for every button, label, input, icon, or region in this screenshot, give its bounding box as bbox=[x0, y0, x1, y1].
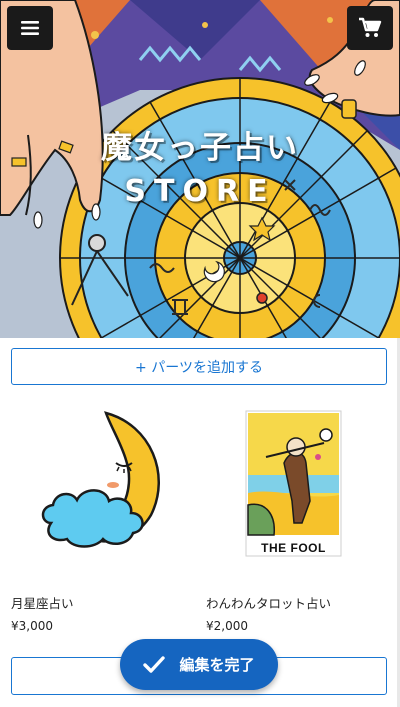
check-icon bbox=[143, 655, 166, 674]
store-title-jp: 魔女っ子占い bbox=[101, 130, 299, 166]
product-price: ¥2,000 bbox=[206, 619, 248, 633]
product-image[interactable]: THE FOOL bbox=[206, 405, 386, 565]
product-card[interactable]: 月星座占い ¥3,000 bbox=[11, 405, 191, 633]
cart-button[interactable] bbox=[347, 6, 393, 50]
finish-editing-label: 編集を完了 bbox=[179, 656, 255, 674]
hamburger-menu-icon bbox=[21, 21, 39, 35]
product-price: ¥3,000 bbox=[11, 619, 53, 633]
finish-editing-button[interactable]: 編集を完了 bbox=[120, 639, 278, 690]
crescent-moon-image bbox=[41, 411, 160, 548]
add-parts-button[interactable]: + パーツを追加する bbox=[11, 348, 387, 385]
store-title-en: STORE bbox=[124, 174, 276, 209]
menu-button[interactable] bbox=[7, 6, 53, 50]
product-name[interactable]: 月星座占い bbox=[11, 593, 74, 612]
product-image[interactable] bbox=[11, 405, 191, 565]
hero-banner: 魔女っ子占い STORE bbox=[0, 0, 400, 338]
product-card[interactable]: THE FOOL わんわんタロット占い ¥2,000 bbox=[206, 405, 386, 633]
tarot-card-caption: THE FOOL bbox=[261, 541, 326, 555]
hero-illustration bbox=[0, 0, 400, 338]
product-name[interactable]: わんわんタロット占い bbox=[206, 593, 331, 612]
shopping-cart-icon bbox=[359, 17, 382, 37]
